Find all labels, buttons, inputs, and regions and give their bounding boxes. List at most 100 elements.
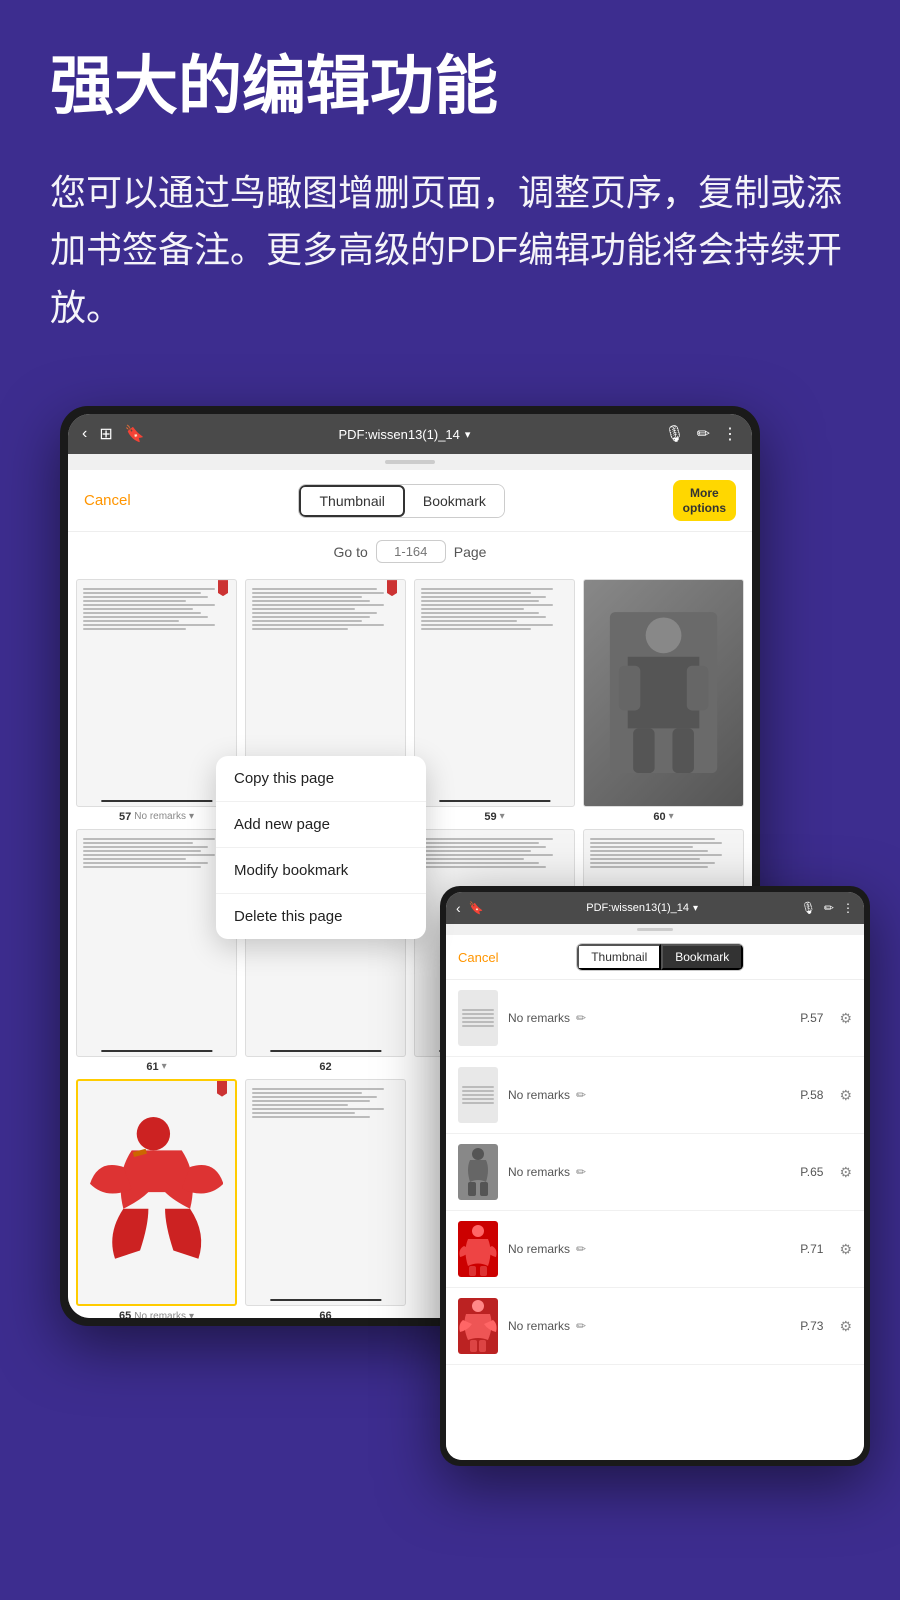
chevron-down-icon-65[interactable]: ▾	[189, 1311, 194, 1319]
sec-toolbar-title: PDF:wissen13(1)_14	[586, 902, 689, 914]
thumbnail-57[interactable]: 57 No remarks ▾	[76, 579, 237, 823]
thumb-lines-59	[421, 588, 568, 630]
modify-bookmark-item[interactable]: Modify bookmark	[216, 848, 426, 894]
sec-panel-header: Cancel Thumbnail Bookmark	[446, 935, 864, 980]
art-thumb-65	[458, 1144, 498, 1200]
tab-bookmark[interactable]: Bookmark	[405, 485, 504, 517]
bookmark-info-73: No remarks ✏	[508, 1319, 790, 1333]
tab-thumbnail[interactable]: Thumbnail	[299, 485, 404, 517]
thumb-img-59	[414, 579, 575, 807]
thumb-label-61: 61 ▾	[76, 1061, 237, 1073]
toolbar-title: PDF:wissen13(1)_14	[339, 427, 460, 442]
sec-toolbar-left: ‹ 🔖	[456, 900, 484, 916]
thumb-label-57: 57 No remarks ▾	[76, 811, 237, 823]
settings-icon-65[interactable]: ⚙	[839, 1164, 852, 1181]
back-icon[interactable]: ‹	[82, 425, 87, 443]
thumb-img-57	[76, 579, 237, 807]
edit-icon-71[interactable]: ✏	[576, 1242, 586, 1256]
context-menu: Copy this page Add new page Modify bookm…	[216, 756, 426, 939]
sec-tab-bookmark[interactable]: Bookmark	[661, 944, 743, 970]
chevron-down-icon-57[interactable]: ▾	[189, 811, 194, 822]
page-label: Page	[454, 544, 487, 560]
secondary-tablet: ‹ 🔖 PDF:wissen13(1)_14 ▾ 🎙 ✏ ⋮ Cancel	[440, 886, 870, 1466]
thumb-img-66	[245, 1079, 406, 1307]
thumb-label-60: 60 ▾	[583, 811, 744, 823]
more-icon[interactable]: ⋮	[722, 424, 738, 444]
art-thumb-73	[458, 1298, 498, 1354]
bookmark-item-73[interactable]: No remarks ✏ P.73 ⚙	[446, 1288, 864, 1365]
grid-icon[interactable]: ⊞	[99, 424, 112, 444]
settings-icon-73[interactable]: ⚙	[839, 1318, 852, 1335]
delete-page-item[interactable]: Delete this page	[216, 894, 426, 939]
sec-dropdown-arrow-icon[interactable]: ▾	[693, 903, 698, 914]
sec-toolbar-right: 🎙 ✏ ⋮	[801, 901, 854, 915]
thumbnail-60[interactable]: 60 ▾	[583, 579, 744, 823]
thumbnail-65[interactable]: 65 No remarks ▾	[76, 1079, 237, 1319]
mic-icon[interactable]: 🎙	[664, 424, 684, 444]
sec-mic-icon[interactable]: 🎙	[801, 901, 816, 915]
toolbar-right: 🎙 ✏ ⋮	[664, 424, 738, 444]
bookmark-page-65: P.65	[800, 1165, 823, 1179]
chevron-down-icon-60[interactable]: ▾	[669, 811, 674, 822]
toolbar-center: PDF:wissen13(1)_14 ▾	[339, 427, 471, 442]
thumb-img-65	[76, 1079, 237, 1307]
secondary-tablet-inner: ‹ 🔖 PDF:wissen13(1)_14 ▾ 🎙 ✏ ⋮ Cancel	[446, 892, 864, 1460]
main-toolbar: ‹ ⊞ 🔖 PDF:wissen13(1)_14 ▾ 🎙 ✏ ⋮	[68, 414, 752, 454]
sec-tab-group: Thumbnail Bookmark	[576, 943, 744, 971]
chevron-down-icon-59[interactable]: ▾	[500, 811, 505, 822]
sec-pen-icon[interactable]: ✏	[824, 901, 834, 915]
bookmark-remarks-58: No remarks	[508, 1088, 570, 1102]
sec-cancel-button[interactable]: Cancel	[458, 950, 498, 965]
pen-icon[interactable]: ✏	[697, 424, 710, 444]
sec-bookmark-icon[interactable]: 🔖	[469, 901, 484, 915]
settings-icon-58[interactable]: ⚙	[839, 1087, 852, 1104]
goto-label: Go to	[334, 544, 368, 560]
thumbnail-59[interactable]: 59 ▾	[414, 579, 575, 823]
bookmark-item-71[interactable]: No remarks ✏ P.71 ⚙	[446, 1211, 864, 1288]
bookmark-thumb-lines-57	[462, 1009, 494, 1027]
goto-input[interactable]	[376, 540, 446, 563]
bookmark-info-65: No remarks ✏	[508, 1165, 790, 1179]
cancel-button[interactable]: Cancel	[84, 492, 131, 509]
chevron-down-icon-61[interactable]: ▾	[162, 1061, 167, 1072]
panel-header: Cancel Thumbnail Bookmark Moreoptions	[68, 470, 752, 532]
edit-icon-57[interactable]: ✏	[576, 1011, 586, 1025]
settings-icon-57[interactable]: ⚙	[839, 1010, 852, 1027]
dropdown-arrow-icon[interactable]: ▾	[465, 428, 471, 441]
edit-icon-73[interactable]: ✏	[576, 1319, 586, 1333]
bookmark-page-73: P.73	[800, 1319, 823, 1333]
bookmark-thumb-58	[458, 1067, 498, 1123]
sec-back-icon[interactable]: ‹	[456, 900, 461, 916]
edit-icon-65[interactable]: ✏	[576, 1165, 586, 1179]
bookmark-thumb-57	[458, 990, 498, 1046]
hero-description: 您可以通过鸟瞰图增删页面，调整页序，复制或添加书签备注。更多高级的PDF编辑功能…	[50, 164, 850, 337]
sec-tab-thumbnail[interactable]: Thumbnail	[577, 944, 661, 970]
bookmark-remarks-57: No remarks	[508, 1011, 570, 1025]
copy-page-item[interactable]: Copy this page	[216, 756, 426, 802]
hero-section: 强大的编辑功能 您可以通过鸟瞰图增删页面，调整页序，复制或添加书签备注。更多高级…	[0, 0, 900, 366]
bookmark-remarks-73: No remarks	[508, 1319, 570, 1333]
settings-icon-71[interactable]: ⚙	[839, 1241, 852, 1258]
bookmark-item-57[interactable]: No remarks ✏ P.57 ⚙	[446, 980, 864, 1057]
bookmark-info-71: No remarks ✏	[508, 1242, 790, 1256]
thumbnail-66[interactable]: 66	[245, 1079, 406, 1319]
drag-handle	[385, 460, 435, 464]
thumb-label-62: 62	[245, 1061, 406, 1073]
bookmark-item-58[interactable]: No remarks ✏ P.58 ⚙	[446, 1057, 864, 1134]
bookmark-icon[interactable]: 🔖	[125, 424, 145, 444]
thumb-lines-57	[83, 588, 230, 630]
thumb-lines-61	[83, 838, 230, 868]
toolbar-left: ‹ ⊞ 🔖	[82, 424, 145, 444]
more-options-button[interactable]: Moreoptions	[673, 480, 736, 521]
thumb-lines-64	[590, 838, 737, 868]
bookmark-page-58: P.58	[800, 1088, 823, 1102]
thumb-img-60	[583, 579, 744, 807]
sec-more-icon[interactable]: ⋮	[842, 901, 854, 915]
thumbnail-61[interactable]: 61 ▾	[76, 829, 237, 1073]
bookmark-remarks-65: No remarks	[508, 1165, 570, 1179]
add-page-item[interactable]: Add new page	[216, 802, 426, 848]
bookmark-item-65[interactable]: No remarks ✏ P.65 ⚙	[446, 1134, 864, 1211]
bookmark-remarks-71: No remarks	[508, 1242, 570, 1256]
bookmark-info-58: No remarks ✏	[508, 1088, 790, 1102]
edit-icon-58[interactable]: ✏	[576, 1088, 586, 1102]
